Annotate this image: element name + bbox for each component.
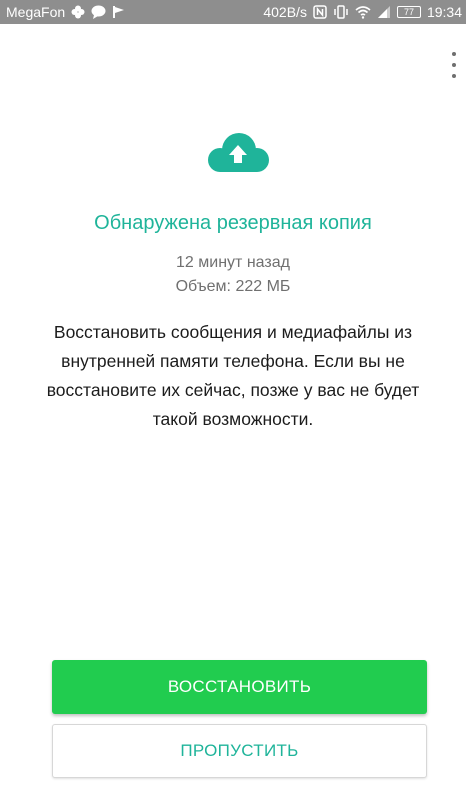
menu-dot <box>452 63 456 67</box>
restore-button-label: ВОССТАНОВИТЬ <box>167 677 312 696</box>
status-right: 402B/s 77 19:34 <box>263 4 462 20</box>
menu-dot <box>452 74 456 78</box>
backup-restore-screen: MegaFon 402B/s 77 19:34 Обнаружена резер… <box>0 0 466 796</box>
network-speed: 402B/s <box>263 4 307 20</box>
flag-icon <box>112 4 126 20</box>
more-options-icon[interactable] <box>448 52 460 78</box>
skip-button[interactable]: ПРОПУСТИТЬ <box>52 724 427 778</box>
menu-dot <box>452 52 456 56</box>
battery-level: 77 <box>403 7 414 17</box>
backup-time: 12 минут назад <box>176 254 290 271</box>
status-bar: MegaFon 402B/s 77 19:34 <box>0 0 466 24</box>
cloud-upload-icon <box>203 130 273 180</box>
clock: 19:34 <box>426 4 462 20</box>
chat-bubble-icon <box>91 4 106 20</box>
clover-icon <box>71 4 85 20</box>
status-left: MegaFon <box>6 4 126 20</box>
restore-description: Восстановить сообщения и медиафайлы из в… <box>46 322 420 429</box>
skip-button-label: ПРОПУСТИТЬ <box>180 741 299 760</box>
vibrate-icon <box>333 4 349 20</box>
signal-icon <box>377 4 391 20</box>
restore-button[interactable]: ВОССТАНОВИТЬ <box>52 660 427 714</box>
wifi-icon <box>355 4 371 20</box>
battery-icon: 77 <box>396 6 421 18</box>
nfc-icon <box>313 4 327 20</box>
backup-size: Объем: 222 МБ <box>175 278 291 295</box>
backup-found-title: Обнаружена резервная копия <box>94 212 372 234</box>
carrier-name: MegaFon <box>6 4 66 20</box>
